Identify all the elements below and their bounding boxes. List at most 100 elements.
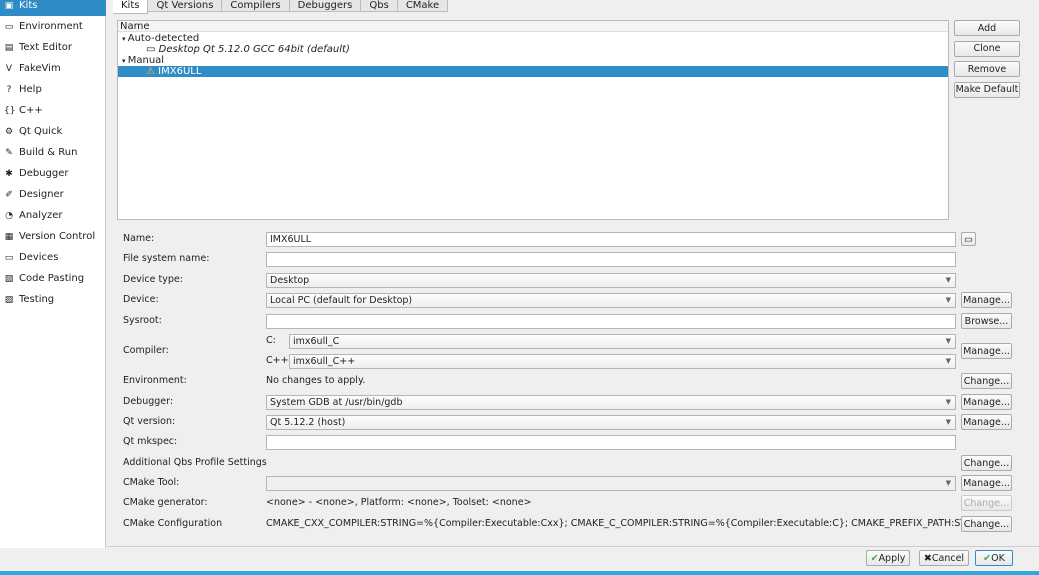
sidebar-item-analyzer[interactable]: ◔ Analyzer — [0, 205, 106, 226]
debugger-label: Debugger: — [123, 396, 174, 407]
tab-qt-versions[interactable]: Qt Versions — [148, 0, 223, 12]
add-button[interactable]: Add — [954, 20, 1020, 36]
tab-cmake[interactable]: CMake — [397, 0, 449, 12]
sidebar-item-label: FakeVim — [19, 63, 61, 74]
sidebar: ▣ Kits ▭ Environment ▤ Text Editor V FakeVim? He… — [0, 0, 106, 548]
qbs-label: Additional Qbs Profile Settings — [123, 457, 267, 468]
sidebar-item-label: Debugger — [19, 168, 69, 179]
device-combo[interactable]: Local PC (default for Desktop) ▼ — [266, 293, 956, 308]
sidebar-item-kits[interactable]: ▣ Kits — [0, 0, 106, 16]
tab-debuggers[interactable]: Debuggers — [289, 0, 362, 12]
apply-label: Apply — [878, 552, 906, 564]
text-editor-icon: ▤ — [4, 42, 14, 53]
sysroot-input[interactable] — [266, 314, 956, 329]
debugger-manage-button[interactable]: Manage... — [961, 394, 1012, 410]
device-value: Local PC (default for Desktop) — [270, 295, 413, 306]
qbs-change-button[interactable]: Change... — [961, 455, 1012, 471]
sidebar-item-designer[interactable]: ✐ Designer — [0, 184, 106, 205]
apply-button[interactable]: ✔ Apply — [866, 550, 910, 566]
compiler-c-combo[interactable]: imx6ull_C ▼ — [289, 334, 956, 349]
tree-group-auto[interactable]: ▾ Auto-detected — [118, 33, 948, 44]
sidebar-item-c-[interactable]: {} C++ — [0, 100, 106, 121]
qt-version-combo[interactable]: Qt 5.12.2 (host) ▼ — [266, 415, 956, 430]
sidebar-item-fakevim[interactable]: V FakeVim — [0, 58, 106, 79]
chevron-down-icon: ▼ — [945, 337, 951, 345]
cancel-icon: ✖ — [923, 552, 932, 564]
sidebar-item-debugger[interactable]: ✱ Debugger — [0, 163, 106, 184]
chevron-down-icon: ▼ — [945, 398, 951, 406]
group-label: Auto-detected — [127, 33, 200, 44]
tab-bar: Kits Qt Versions Compilers Debuggers Qbs CMak… — [113, 0, 449, 14]
cmake-conf-change-button[interactable]: Change... — [961, 516, 1012, 532]
cmake-tool-manage-button[interactable]: Manage... — [961, 475, 1012, 491]
monitor-icon: ▭ — [964, 233, 973, 245]
bug-icon: ✱ — [5, 168, 13, 179]
sidebar-item-devices[interactable]: ▭ Devices — [0, 247, 106, 268]
sysroot-browse-button[interactable]: Browse... — [961, 313, 1012, 329]
make-default-button[interactable]: Make Default — [954, 81, 1020, 98]
chevron-down-icon: ▼ — [945, 418, 951, 426]
debugger-value: System GDB at /usr/bin/gdb — [270, 397, 403, 408]
code-pasting-icon: ▧ — [4, 273, 14, 284]
monitor-icon: ▭ — [146, 44, 159, 55]
device-manage-button[interactable]: Manage... — [961, 292, 1012, 308]
tab-compilers[interactable]: Compilers — [222, 0, 290, 12]
sidebar-item-label: Version Control — [19, 231, 96, 242]
cmake-gen-label: CMake generator: — [123, 497, 208, 508]
cmake-conf-label: CMake Configuration — [123, 518, 223, 529]
kits-tree[interactable]: Name ▾ Auto-detected ▭ Desktop Qt 5.12.0… — [117, 20, 949, 220]
cancel-label: Cancel — [931, 552, 965, 564]
tree-item-desktop-kit[interactable]: ▭ Desktop Qt 5.12.0 GCC 64bit (default) — [118, 44, 948, 55]
cmake-tool-combo[interactable]: ▼ — [266, 476, 956, 491]
remove-button[interactable]: Remove — [954, 61, 1020, 77]
environment-change-button[interactable]: Change... — [961, 373, 1012, 389]
compiler-cpp-combo[interactable]: imx6ull_C++ ▼ — [289, 354, 956, 369]
compiler-manage-button[interactable]: Manage... — [961, 343, 1012, 359]
divider — [107, 546, 1039, 547]
ok-button[interactable]: ✔ OK — [975, 550, 1013, 566]
sidebar-item-build-run[interactable]: ✎ Build & Run — [0, 142, 106, 163]
environment-label: Environment: — [123, 375, 187, 386]
sidebar-item-label: C++ — [19, 105, 43, 116]
name-label: Name: — [123, 233, 155, 244]
sysroot-label: Sysroot: — [123, 315, 162, 326]
analyzer-icon: ◔ — [5, 210, 13, 221]
debugger-combo[interactable]: System GDB at /usr/bin/gdb ▼ — [266, 395, 956, 410]
sidebar-item-code-pasting[interactable]: ▧ Code Pasting — [0, 268, 106, 289]
check-icon: ✔ — [983, 552, 992, 564]
cmake-gen-change-button[interactable]: Change... — [961, 495, 1012, 511]
cpp-icon: {} — [4, 105, 16, 116]
sidebar-item-version-control[interactable]: ▦ Version Control — [0, 226, 106, 247]
sidebar-item-label: Text Editor — [19, 42, 72, 53]
cancel-button[interactable]: ✖ Cancel — [919, 550, 969, 566]
sidebar-item-label: Testing — [19, 294, 55, 305]
tab-qbs[interactable]: Qbs — [361, 0, 398, 12]
sidebar-item-text-editor[interactable]: ▤ Text Editor — [0, 37, 106, 58]
check-icon: ✔ — [870, 552, 879, 564]
tree-group-manual[interactable]: ▾ Manual — [118, 55, 948, 66]
name-input[interactable]: IMX6ULL — [266, 232, 956, 247]
kit-icon-button[interactable]: ▭ — [961, 232, 976, 246]
kit-label: Desktop Qt 5.12.0 GCC 64bit (default) — [158, 44, 350, 55]
device-label: Device: — [123, 294, 159, 305]
help-icon: ? — [6, 84, 12, 95]
warning-icon: ⚠ — [146, 66, 159, 77]
tab-kits[interactable]: Kits — [113, 0, 149, 14]
tree-item-imx6ull[interactable]: ⚠ IMX6ULL — [118, 66, 948, 77]
sidebar-item-testing[interactable]: ▨ Testing — [0, 289, 106, 310]
sidebar-item-qt-quick[interactable]: ⚙ Qt Quick — [0, 121, 106, 142]
qt-quick-icon: ⚙ — [4, 126, 14, 137]
fs-name-input[interactable] — [266, 252, 956, 267]
qt-mkspec-input[interactable] — [266, 435, 956, 450]
sidebar-item-help[interactable]: ? Help — [0, 79, 106, 100]
device-type-combo[interactable]: Desktop ▼ — [266, 273, 956, 288]
clone-button[interactable]: Clone — [954, 40, 1020, 57]
sidebar-item-label: Devices — [19, 252, 59, 263]
compiler-cpp-label: C++: — [266, 355, 292, 366]
sidebar-item-label: Build & Run — [19, 147, 78, 158]
cmake-tool-label: CMake Tool: — [123, 477, 180, 488]
cmake-conf-value: CMAKE_CXX_COMPILER:STRING=%{Compiler:Exe… — [266, 518, 1008, 529]
sidebar-item-environment[interactable]: ▭ Environment — [0, 16, 106, 37]
compiler-label: Compiler: — [123, 345, 169, 356]
qt-version-manage-button[interactable]: Manage... — [961, 414, 1012, 430]
